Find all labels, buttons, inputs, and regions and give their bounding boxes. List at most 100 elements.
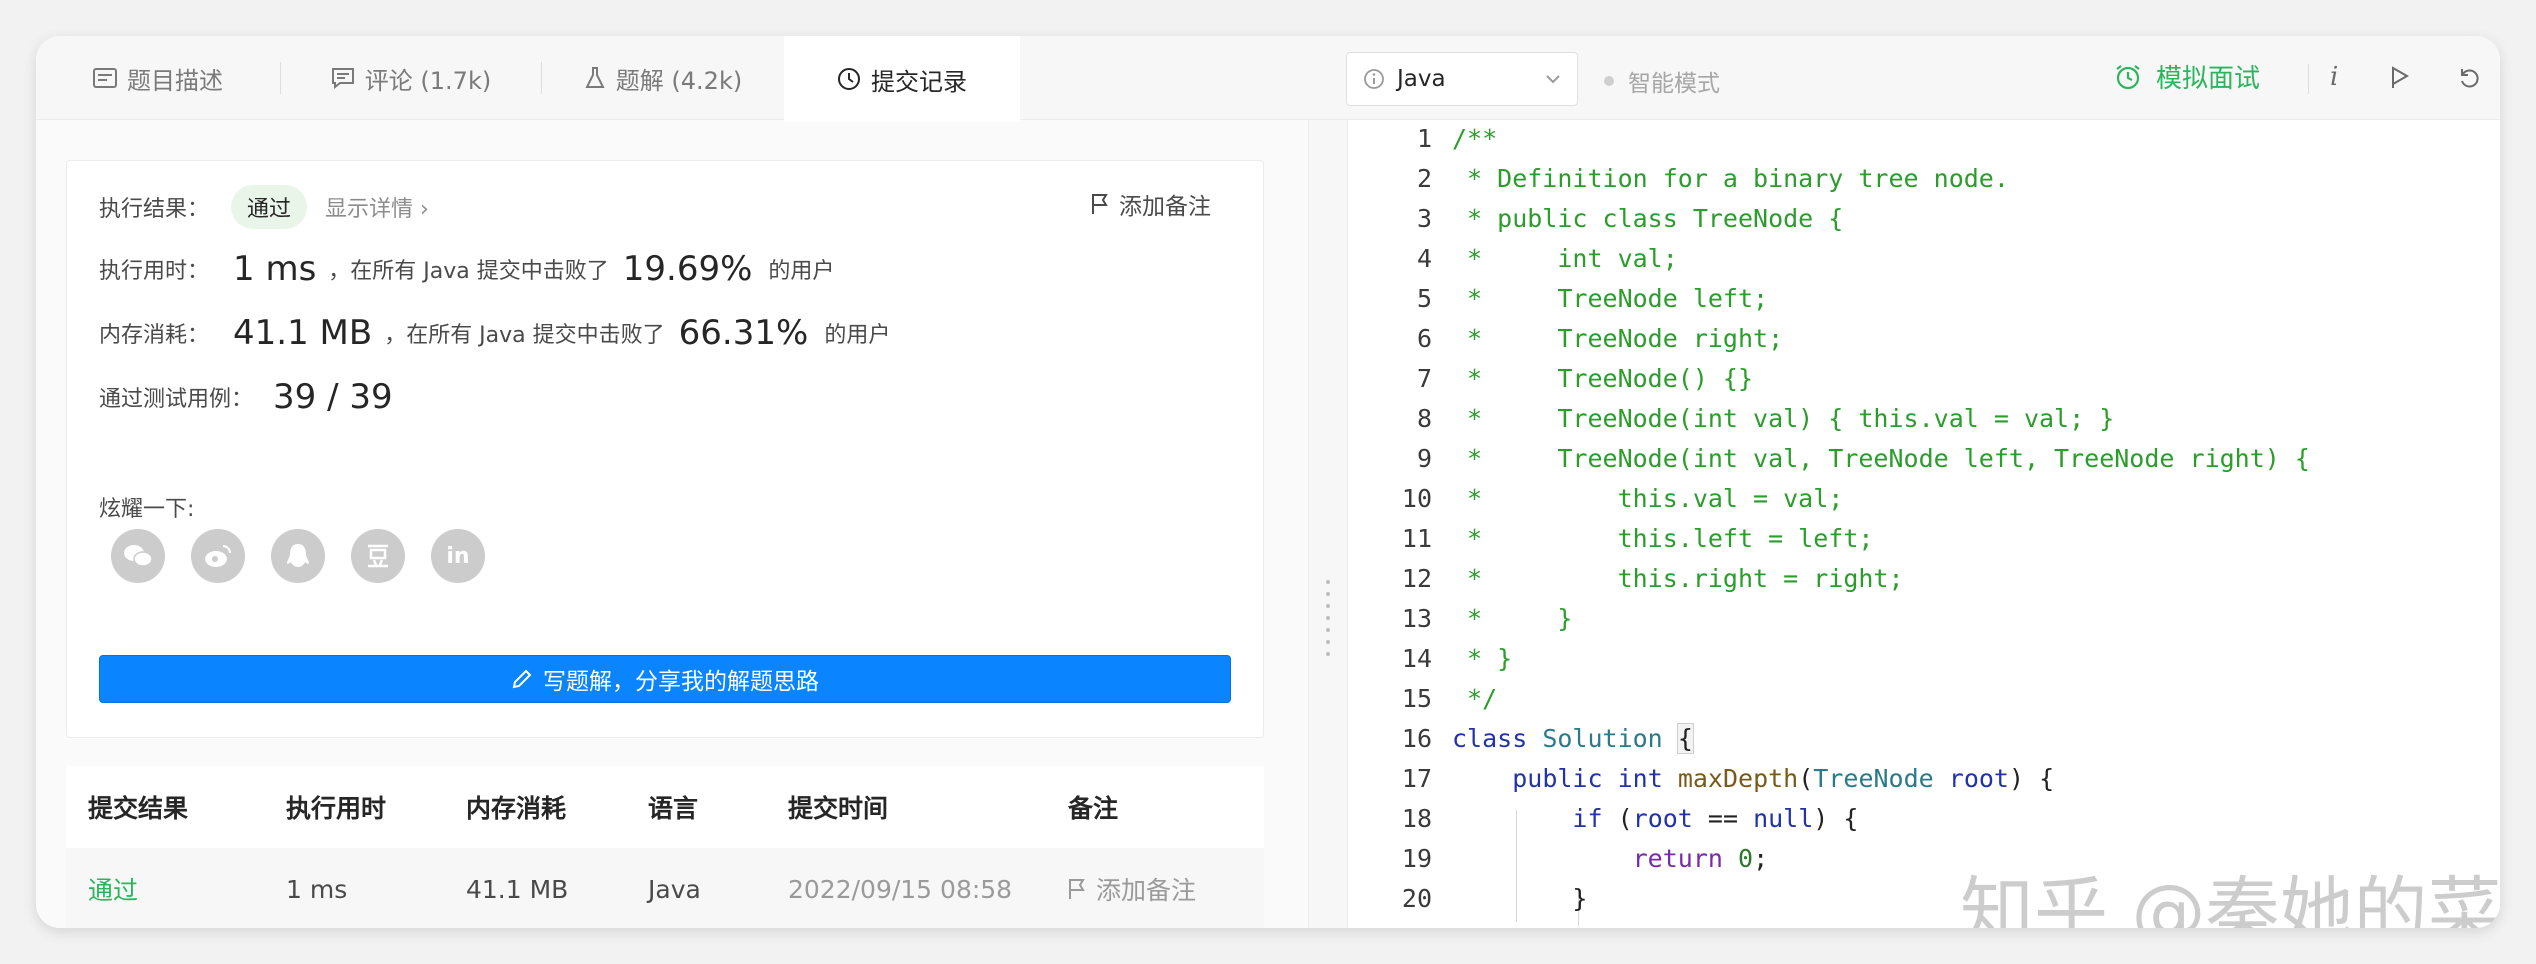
mock-interview-button[interactable]: 模拟面试 (2114, 58, 2260, 95)
code-line[interactable]: 13 * } (1348, 598, 1573, 638)
submissions-table: 提交结果 执行用时 内存消耗 语言 提交时间 备注 通过 1 ms 41.1 M… (66, 766, 1264, 928)
code-line[interactable]: 15 */ (1348, 678, 1497, 718)
code-text: } (1452, 883, 1588, 913)
row-result[interactable]: 通过 (88, 871, 138, 907)
code-text: * Definition for a binary tree node. (1452, 163, 2009, 193)
code-text: * TreeNode() {} (1452, 363, 1754, 393)
code-line[interactable]: 19 return 0; (1348, 838, 1768, 878)
line-number: 9 (1416, 443, 1432, 473)
info-italic-icon[interactable]: i (2330, 62, 2338, 92)
code-line[interactable]: 8 * TreeNode(int val) { this.val = val; … (1348, 398, 2114, 438)
code-text: * int val; (1452, 243, 1678, 273)
code-text: * TreeNode(int val, TreeNode left, TreeN… (1452, 443, 2310, 473)
line-number: 14 (1401, 643, 1432, 673)
status-row: 执行结果： 通过 显示详情 › (99, 185, 429, 229)
editor-toolbar: Java 智能模式 模拟面试 i (1308, 36, 2500, 120)
line-number: 3 (1416, 203, 1432, 233)
runtime-percentile: 19.69% (622, 249, 753, 289)
chevron-down-icon (1545, 74, 1561, 84)
drag-handle-icon[interactable] (1326, 580, 1332, 656)
testcases-row: 通过测试用例： 39 / 39 (99, 377, 405, 417)
line-number: 13 (1401, 603, 1432, 633)
code-line[interactable]: 5 * TreeNode left; (1348, 278, 1768, 318)
status-dot-icon (1604, 76, 1614, 86)
row-memory: 41.1 MB (466, 874, 569, 904)
line-number: 20 (1401, 883, 1432, 913)
line-number: 6 (1416, 323, 1432, 353)
runtime-value: 1 ms (233, 249, 317, 289)
write-solution-button[interactable]: 写题解，分享我的解题思路 (99, 655, 1231, 703)
tab-label: 提交记录 (871, 67, 967, 96)
code-text: return 0; (1632, 843, 1769, 873)
weibo-icon[interactable] (191, 529, 245, 583)
header-result: 提交结果 (88, 794, 189, 823)
line-number: 5 (1416, 283, 1432, 313)
status-badge: 通过 (231, 185, 308, 229)
runtime-label: 执行用时： (99, 259, 210, 284)
mock-interview-label: 模拟面试 (2156, 64, 2261, 94)
code-line[interactable]: 12 * this.right = right; (1348, 558, 1904, 598)
show-details-link[interactable]: 显示详情 › (325, 191, 429, 223)
code-line[interactable]: 14 * } (1348, 638, 1512, 678)
douban-icon[interactable] (351, 529, 405, 583)
memory-label: 内存消耗： (99, 323, 210, 348)
line-number: 18 (1401, 803, 1432, 833)
code-text: * this.val = val; (1452, 483, 1844, 513)
code-line[interactable]: 10 * this.val = val; (1348, 478, 1843, 518)
wechat-icon[interactable] (111, 529, 165, 583)
language-select[interactable]: Java (1346, 52, 1578, 106)
code-line[interactable]: 20 } (1348, 878, 1588, 918)
run-flag-icon[interactable] (2390, 66, 2410, 97)
code-line[interactable]: 2 * Definition for a binary tree node. (1348, 158, 2009, 198)
header-note: 备注 (1068, 794, 1119, 823)
tab-description[interactable]: 题目描述 (36, 36, 280, 120)
tab-comments[interactable]: 评论 (1.7k) (281, 36, 541, 120)
memory-desc: ，在所有 Java 提交中击败了 (384, 323, 665, 348)
code-line[interactable]: 6 * TreeNode right; (1348, 318, 1783, 358)
code-line[interactable]: 9 * TreeNode(int val, TreeNode left, Tre… (1348, 438, 2310, 478)
smart-mode-toggle[interactable]: 智能模式 (1604, 64, 1720, 98)
code-line[interactable]: 3 * public class TreeNode { (1348, 198, 1843, 238)
add-note-button[interactable]: 添加备注 (1091, 187, 1211, 221)
line-number: 19 (1401, 843, 1432, 873)
code-line[interactable]: 16 class Solution { (1348, 718, 1694, 758)
memory-tail: 的用户 (824, 323, 891, 348)
line-number: 7 (1416, 363, 1432, 393)
line-number: 12 (1401, 563, 1432, 593)
row-language: Java (648, 874, 701, 904)
code-text: */ (1452, 683, 1498, 713)
alarm-clock-icon (2114, 63, 2142, 91)
share-text: 炫耀一下: (99, 497, 195, 522)
tab-solutions[interactable]: 题解 (4.2k) (542, 36, 784, 120)
code-editor[interactable]: 1 /** 2 * Definition for a binary tree nod… (1348, 120, 2500, 928)
qq-icon[interactable] (271, 529, 325, 583)
share-icons: in (111, 529, 485, 583)
code-line[interactable]: 11 * this.left = left; (1348, 518, 1874, 558)
code-text: * public class TreeNode { (1452, 203, 1844, 233)
code-line[interactable]: 1 /** (1348, 118, 1497, 158)
tab-label: 评论 (1.7k) (364, 66, 492, 95)
code-text: * TreeNode right; (1452, 323, 1784, 353)
runtime-desc: ，在所有 Java 提交中击败了 (328, 259, 609, 284)
testcases-value: 39 / 39 (273, 377, 393, 417)
add-note-label: 添加备注 (1119, 194, 1211, 220)
code-text: * } (1452, 603, 1573, 633)
watermark: 知乎 @秦她的菜 (1960, 869, 2500, 928)
reset-icon[interactable] (2458, 66, 2482, 97)
comment-icon (331, 67, 355, 89)
code-line[interactable]: 7 * TreeNode() {} (1348, 358, 1753, 398)
app-window: 题目描述 评论 (1.7k) 题解 (4.2k) 提交记录 执行结果： 通过 显… (36, 36, 2500, 928)
line-number: 8 (1416, 403, 1432, 433)
row-add-note[interactable]: 添加备注 (1068, 871, 1196, 907)
line-number: 1 (1416, 123, 1432, 153)
code-text: * TreeNode left; (1452, 283, 1769, 313)
code-line[interactable]: 4 * int val; (1348, 238, 1678, 278)
code-line[interactable]: 17 public int maxDepth(TreeNode root) { (1348, 758, 2054, 798)
panel-splitter[interactable] (1308, 120, 1348, 928)
code-line[interactable]: 18 if (root == null) { (1348, 798, 1859, 838)
row-runtime: 1 ms (286, 874, 348, 904)
table-row[interactable]: 通过 1 ms 41.1 MB Java 2022/09/15 08:58 添加… (66, 848, 1264, 928)
linkedin-icon[interactable]: in (431, 529, 485, 583)
tab-submissions[interactable]: 提交记录 (784, 36, 1020, 122)
flag-icon (1068, 878, 1086, 900)
